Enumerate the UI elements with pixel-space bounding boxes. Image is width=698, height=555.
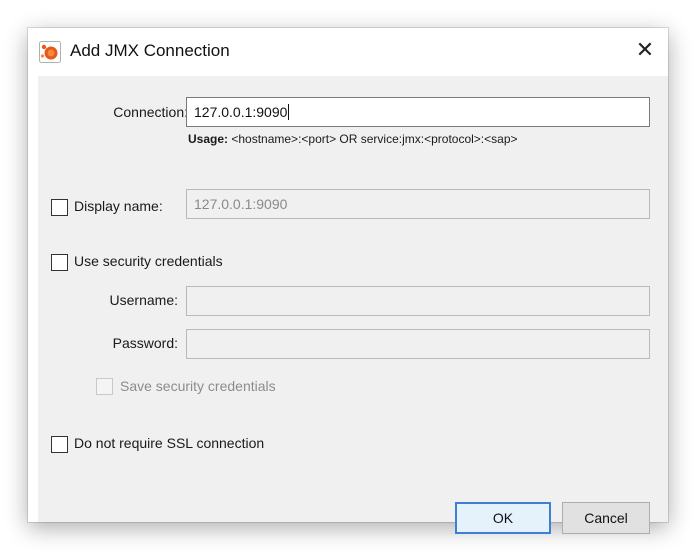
no-ssl-label[interactable]: Do not require SSL connection (74, 435, 264, 451)
save-security-credentials-label[interactable]: Save security credentials (120, 378, 276, 394)
visualvm-app-icon (39, 41, 61, 63)
connection-input-value: 127.0.0.1:9090 (194, 104, 288, 120)
username-input[interactable] (186, 286, 650, 316)
connection-label: Connection: (113, 104, 188, 120)
dialog-title: Add JMX Connection (70, 41, 230, 60)
display-name-label[interactable]: Display name: (74, 198, 163, 214)
usage-text: <hostname>:<port> OR service:jmx:<protoc… (228, 132, 518, 146)
connection-input[interactable]: 127.0.0.1:9090 (186, 97, 650, 127)
text-caret (288, 104, 290, 120)
usage-prefix: Usage: (188, 132, 229, 146)
display-name-input[interactable]: 127.0.0.1:9090 (186, 189, 650, 219)
save-security-credentials-checkbox[interactable] (96, 378, 113, 395)
display-name-checkbox[interactable] (51, 199, 68, 216)
screen: N. Sli...r Dl... vl... ... ... Add JMX C… (0, 0, 698, 555)
password-label: Password: (112, 335, 178, 351)
add-jmx-connection-dialog: Add JMX Connection ✕ Connection: 127.0.0… (28, 28, 668, 534)
ok-button[interactable]: OK (455, 502, 551, 534)
use-security-credentials-checkbox[interactable] (51, 254, 68, 271)
title-bar[interactable]: Add JMX Connection ✕ (28, 28, 668, 76)
use-security-credentials-label[interactable]: Use security credentials (74, 253, 223, 269)
dialog-content: Connection: 127.0.0.1:9090 Usage: <hostn… (38, 76, 668, 534)
no-ssl-checkbox[interactable] (51, 436, 68, 453)
usage-hint: Usage: <hostname>:<port> OR service:jmx:… (188, 132, 518, 146)
close-button[interactable]: ✕ (622, 28, 668, 72)
cancel-button[interactable]: Cancel (562, 502, 650, 534)
close-icon: ✕ (635, 37, 655, 62)
password-input[interactable] (186, 329, 650, 359)
username-label: Username: (109, 292, 178, 308)
